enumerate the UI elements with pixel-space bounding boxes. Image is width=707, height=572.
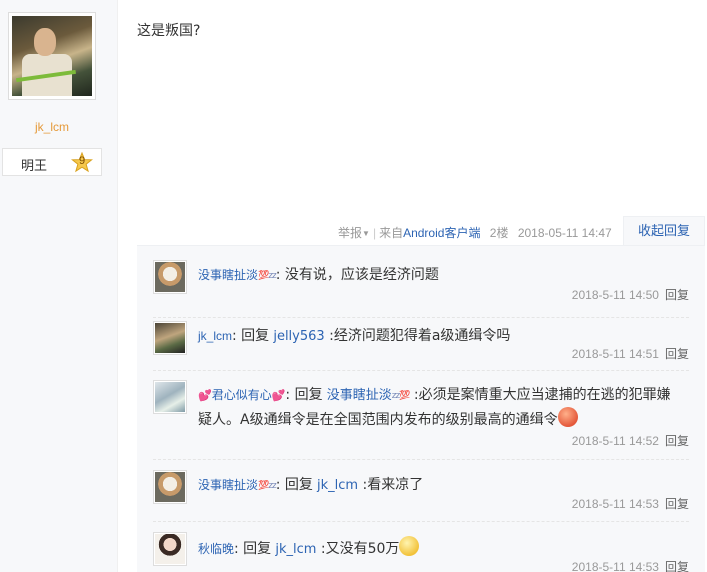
reply-time: 2018-5-11 14:51 xyxy=(571,347,659,361)
angry-face-icon xyxy=(557,407,578,427)
reply-body-line2: 疑人。A级通缉令是在全国范围内发布的级别最高的通缉令 xyxy=(198,412,558,428)
reply-button[interactable]: 回复 xyxy=(665,434,689,448)
reply-prefix: : 回复 xyxy=(285,387,323,403)
reply-time: 2018-5-11 14:52 xyxy=(571,434,659,448)
reply-body-line1: :必须是案情重大应当逮捕的在逃的犯罪嫌 xyxy=(409,387,671,403)
reply-text: 没事瞎扯淡💯zz: 回复 jk_lcm :看来凉了 xyxy=(198,474,688,497)
post-tail: 举报▼ | 来自Android客户端 2楼 2018-05-11 14:47 xyxy=(338,226,612,240)
reply-meta: 2018-5-11 14:53 回复 xyxy=(572,495,689,512)
heart-icon: 💕 xyxy=(271,389,286,402)
reply-avatar[interactable] xyxy=(153,260,187,294)
heart-icon: 💕 xyxy=(198,389,212,402)
reply-item: 💕君心似有心💕: 回复 没事瞎扯淡zz💯 :必须是案情重大应当逮捕的在逃的犯罪嫌… xyxy=(153,380,689,460)
reply-avatar[interactable] xyxy=(153,470,187,504)
reply-username[interactable]: 没事瞎扯淡 xyxy=(198,478,258,492)
mention-link[interactable]: jk_lcm xyxy=(317,478,358,493)
rank-title: 明王 xyxy=(21,159,48,174)
hundred-icon: 💯 xyxy=(258,481,269,491)
reply-button[interactable]: 回复 xyxy=(665,347,689,361)
reply-prefix: : 回复 xyxy=(234,541,272,557)
reply-username[interactable]: jk_lcm xyxy=(198,329,232,343)
reply-button[interactable]: 回复 xyxy=(665,560,689,572)
author-name-link[interactable]: jk_lcm xyxy=(0,120,104,134)
rank-badge[interactable]: 明王 9 xyxy=(2,148,102,176)
reply-button[interactable]: 回复 xyxy=(665,288,689,302)
reply-time: 2018-5-11 14:53 xyxy=(571,560,659,572)
reply-meta: 2018-5-11 14:52 回复 xyxy=(572,432,689,449)
reply-item: jk_lcm: 回复 jelly563 :经济问题犯得着a级通缉令吗 2018-… xyxy=(153,321,689,371)
report-link[interactable]: 举报▼ xyxy=(338,226,370,240)
author-avatar[interactable] xyxy=(8,12,96,100)
cat-avatar-icon xyxy=(155,262,185,292)
girl-avatar-icon xyxy=(155,382,185,412)
collapse-replies-button[interactable]: 收起回复 xyxy=(623,216,705,246)
reply-username[interactable]: 君心似有心 xyxy=(212,388,272,402)
warrior-avatar-icon xyxy=(155,323,185,353)
reply-prefix: : 回复 xyxy=(232,328,270,344)
caret-down-icon: ▼ xyxy=(362,229,370,238)
reply-body: :又没有50万 xyxy=(316,541,400,557)
reply-text: 💕君心似有心💕: 回复 没事瞎扯淡zz💯 :必须是案情重大应当逮捕的在逃的犯罪嫌… xyxy=(198,384,688,432)
sleep-icon: zz xyxy=(268,271,277,281)
smile-face-icon xyxy=(399,536,420,556)
reply-meta: 2018-5-11 14:53 回复 xyxy=(572,558,689,572)
sleep-icon: zz xyxy=(268,481,277,491)
reply-time: 2018-5-11 14:50 xyxy=(571,288,659,302)
reply-prefix: : 回复 xyxy=(275,477,313,493)
reply-meta: 2018-5-11 14:51 回复 xyxy=(572,345,689,362)
reply-button[interactable]: 回复 xyxy=(665,497,689,511)
post-content: 这是叛国? xyxy=(137,23,201,39)
floor-number: 2楼 xyxy=(489,226,509,240)
reply-avatar[interactable] xyxy=(153,321,187,355)
author-column: jk_lcm 明王 9 xyxy=(0,0,118,572)
reply-avatar[interactable] xyxy=(153,380,187,414)
post-time: 2018-05-11 14:47 xyxy=(517,226,612,240)
sleep-icon: zz xyxy=(391,391,401,401)
cat-avatar-icon xyxy=(155,472,185,502)
reply-time: 2018-5-11 14:53 xyxy=(571,497,659,511)
reply-item: 没事瞎扯淡💯zz: 没有说，应该是经济问题 2018-5-11 14:50 回复 xyxy=(153,260,689,318)
hundred-icon: 💯 xyxy=(258,271,269,281)
mention-link[interactable]: 没事瞎扯淡 xyxy=(327,388,392,403)
reply-body: :看来凉了 xyxy=(358,477,424,493)
mention-link[interactable]: jk_lcm xyxy=(275,542,316,557)
reply-body: :经济问题犯得着a级通缉令吗 xyxy=(324,328,511,344)
lady-avatar-icon xyxy=(155,534,185,564)
mention-link[interactable]: jelly563 xyxy=(273,329,324,344)
reply-meta: 2018-5-11 14:50 回复 xyxy=(572,286,689,303)
reply-panel: 没事瞎扯淡💯zz: 没有说，应该是经济问题 2018-5-11 14:50 回复 … xyxy=(137,245,705,572)
hundred-icon: 💯 xyxy=(399,391,410,401)
reply-username[interactable]: 没事瞎扯淡 xyxy=(198,268,258,282)
reply-username[interactable]: 秋临晚 xyxy=(198,542,234,556)
level-number: 9 xyxy=(78,155,86,167)
reply-body: : 没有说，应该是经济问题 xyxy=(275,267,439,283)
reply-item: 秋临晚: 回复 jk_lcm :又没有50万 2018-5-11 14:53 回复 xyxy=(153,532,689,572)
reply-avatar[interactable] xyxy=(153,532,187,566)
reply-item: 没事瞎扯淡💯zz: 回复 jk_lcm :看来凉了 2018-5-11 14:5… xyxy=(153,470,689,522)
source-prefix: 来自 xyxy=(379,226,404,240)
warrior-avatar-icon xyxy=(12,16,92,96)
source-link[interactable]: Android客户端 xyxy=(403,226,480,240)
reply-text: 没事瞎扯淡💯zz: 没有说，应该是经济问题 xyxy=(198,264,688,287)
